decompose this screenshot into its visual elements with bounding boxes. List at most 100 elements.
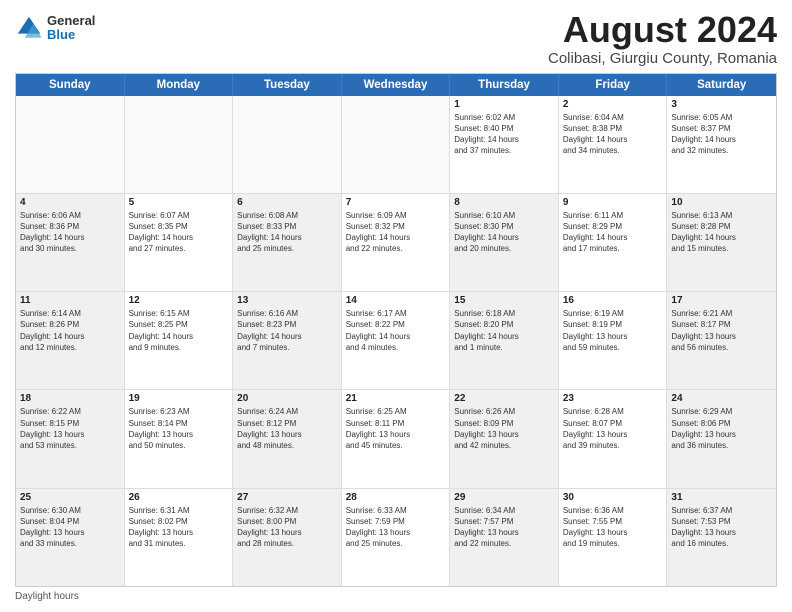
day-number: 2 bbox=[563, 99, 663, 110]
day-number: 3 bbox=[671, 99, 772, 110]
calendar-cell-0-6: 3 Sunrise: 6:05 AM Sunset: 8:37 PM Daylig… bbox=[667, 96, 776, 193]
day-number: 24 bbox=[671, 393, 772, 404]
calendar-cell-4-0: 25 Sunrise: 6:30 AM Sunset: 8:04 PM Dayli… bbox=[16, 489, 125, 586]
footer-note: Daylight hours bbox=[15, 587, 777, 602]
calendar-header-tuesday: Tuesday bbox=[233, 74, 342, 96]
day-number: 8 bbox=[454, 197, 554, 208]
calendar-cell-3-6: 24 Sunrise: 6:29 AM Sunset: 8:06 PM Dayli… bbox=[667, 390, 776, 487]
day-info: Sunrise: 6:30 AM Sunset: 8:04 PM Dayligh… bbox=[20, 505, 120, 550]
day-info: Sunrise: 6:18 AM Sunset: 8:20 PM Dayligh… bbox=[454, 308, 554, 353]
day-info: Sunrise: 6:19 AM Sunset: 8:19 PM Dayligh… bbox=[563, 308, 663, 353]
calendar-cell-1-3: 7Sunrise: 6:09 AM Sunset: 8:32 PM Daylig… bbox=[342, 194, 451, 291]
calendar-cell-0-1 bbox=[125, 96, 234, 193]
day-number: 12 bbox=[129, 295, 229, 306]
subtitle: Colibasi, Giurgiu County, Romania bbox=[548, 50, 777, 67]
day-info: Sunrise: 6:28 AM Sunset: 8:07 PM Dayligh… bbox=[563, 406, 663, 451]
calendar-row-4: 25 Sunrise: 6:30 AM Sunset: 8:04 PM Dayli… bbox=[16, 489, 776, 586]
day-info: Sunrise: 6:37 AM Sunset: 7:53 PM Dayligh… bbox=[671, 505, 772, 550]
day-number: 11 bbox=[20, 295, 120, 306]
calendar-cell-1-5: 9 Sunrise: 6:11 AM Sunset: 8:29 PM Daylig… bbox=[559, 194, 668, 291]
logo-general: General bbox=[47, 14, 95, 28]
day-info: Sunrise: 6:06 AM Sunset: 8:36 PM Dayligh… bbox=[20, 210, 120, 255]
day-info: Sunrise: 6:05 AM Sunset: 8:37 PM Dayligh… bbox=[671, 112, 772, 157]
logo-icon bbox=[15, 14, 43, 42]
calendar-header: SundayMondayTuesdayWednesdayThursdayFrid… bbox=[16, 74, 776, 96]
day-number: 10 bbox=[671, 197, 772, 208]
calendar-cell-1-6: 10 Sunrise: 6:13 AM Sunset: 8:28 PM Dayli… bbox=[667, 194, 776, 291]
logo-text: General Blue bbox=[47, 14, 95, 43]
day-info: Sunrise: 6:15 AM Sunset: 8:25 PM Dayligh… bbox=[129, 308, 229, 353]
calendar-cell-3-0: 18 Sunrise: 6:22 AM Sunset: 8:15 PM Dayli… bbox=[16, 390, 125, 487]
day-number: 29 bbox=[454, 492, 554, 503]
day-number: 4 bbox=[20, 197, 120, 208]
day-number: 1 bbox=[454, 99, 554, 110]
calendar-cell-0-2 bbox=[233, 96, 342, 193]
day-info: Sunrise: 6:11 AM Sunset: 8:29 PM Dayligh… bbox=[563, 210, 663, 255]
day-info: Sunrise: 6:24 AM Sunset: 8:12 PM Dayligh… bbox=[237, 406, 337, 451]
day-number: 31 bbox=[671, 492, 772, 503]
day-info: Sunrise: 6:36 AM Sunset: 7:55 PM Dayligh… bbox=[563, 505, 663, 550]
day-number: 15 bbox=[454, 295, 554, 306]
calendar-cell-2-4: 15 Sunrise: 6:18 AM Sunset: 8:20 PM Dayli… bbox=[450, 292, 559, 389]
day-info: Sunrise: 6:29 AM Sunset: 8:06 PM Dayligh… bbox=[671, 406, 772, 451]
calendar-header-sunday: Sunday bbox=[16, 74, 125, 96]
calendar-row-3: 18 Sunrise: 6:22 AM Sunset: 8:15 PM Dayli… bbox=[16, 390, 776, 488]
calendar-row-1: 4 Sunrise: 6:06 AM Sunset: 8:36 PM Daylig… bbox=[16, 194, 776, 292]
day-number: 23 bbox=[563, 393, 663, 404]
day-number: 19 bbox=[129, 393, 229, 404]
day-number: 27 bbox=[237, 492, 337, 503]
calendar-row-2: 11 Sunrise: 6:14 AM Sunset: 8:26 PM Dayli… bbox=[16, 292, 776, 390]
day-number: 20 bbox=[237, 393, 337, 404]
calendar-cell-0-0 bbox=[16, 96, 125, 193]
calendar-cell-3-3: 21 Sunrise: 6:25 AM Sunset: 8:11 PM Dayli… bbox=[342, 390, 451, 487]
calendar-cell-2-0: 11 Sunrise: 6:14 AM Sunset: 8:26 PM Dayli… bbox=[16, 292, 125, 389]
day-info: Sunrise: 6:25 AM Sunset: 8:11 PM Dayligh… bbox=[346, 406, 446, 451]
calendar-cell-0-5: 2 Sunrise: 6:04 AM Sunset: 8:38 PM Daylig… bbox=[559, 96, 668, 193]
day-info: Sunrise: 6:14 AM Sunset: 8:26 PM Dayligh… bbox=[20, 308, 120, 353]
day-info: Sunrise: 6:34 AM Sunset: 7:57 PM Dayligh… bbox=[454, 505, 554, 550]
day-number: 26 bbox=[129, 492, 229, 503]
calendar-cell-2-3: 14 Sunrise: 6:17 AM Sunset: 8:22 PM Dayli… bbox=[342, 292, 451, 389]
day-info: Sunrise: 6:26 AM Sunset: 8:09 PM Dayligh… bbox=[454, 406, 554, 451]
calendar-cell-4-3: 28Sunrise: 6:33 AM Sunset: 7:59 PM Dayli… bbox=[342, 489, 451, 586]
day-info: Sunrise: 6:17 AM Sunset: 8:22 PM Dayligh… bbox=[346, 308, 446, 353]
day-info: Sunrise: 6:02 AM Sunset: 8:40 PM Dayligh… bbox=[454, 112, 554, 157]
calendar-cell-3-2: 20 Sunrise: 6:24 AM Sunset: 8:12 PM Dayli… bbox=[233, 390, 342, 487]
calendar-body: 1 Sunrise: 6:02 AM Sunset: 8:40 PM Daylig… bbox=[16, 96, 776, 586]
calendar-header-saturday: Saturday bbox=[667, 74, 776, 96]
day-number: 9 bbox=[563, 197, 663, 208]
day-number: 14 bbox=[346, 295, 446, 306]
calendar-cell-2-2: 13 Sunrise: 6:16 AM Sunset: 8:23 PM Dayli… bbox=[233, 292, 342, 389]
calendar-cell-4-5: 30Sunrise: 6:36 AM Sunset: 7:55 PM Dayli… bbox=[559, 489, 668, 586]
calendar-header-thursday: Thursday bbox=[450, 74, 559, 96]
calendar-cell-0-3 bbox=[342, 96, 451, 193]
day-number: 22 bbox=[454, 393, 554, 404]
day-number: 18 bbox=[20, 393, 120, 404]
calendar-cell-3-4: 22 Sunrise: 6:26 AM Sunset: 8:09 PM Dayli… bbox=[450, 390, 559, 487]
calendar: SundayMondayTuesdayWednesdayThursdayFrid… bbox=[15, 73, 777, 587]
calendar-header-friday: Friday bbox=[559, 74, 668, 96]
day-info: Sunrise: 6:04 AM Sunset: 8:38 PM Dayligh… bbox=[563, 112, 663, 157]
calendar-row-0: 1 Sunrise: 6:02 AM Sunset: 8:40 PM Daylig… bbox=[16, 96, 776, 194]
day-info: Sunrise: 6:13 AM Sunset: 8:28 PM Dayligh… bbox=[671, 210, 772, 255]
day-number: 21 bbox=[346, 393, 446, 404]
day-info: Sunrise: 6:32 AM Sunset: 8:00 PM Dayligh… bbox=[237, 505, 337, 550]
day-info: Sunrise: 6:07 AM Sunset: 8:35 PM Dayligh… bbox=[129, 210, 229, 255]
calendar-header-wednesday: Wednesday bbox=[342, 74, 451, 96]
calendar-cell-2-6: 17Sunrise: 6:21 AM Sunset: 8:17 PM Dayli… bbox=[667, 292, 776, 389]
title-area: August 2024 Colibasi, Giurgiu County, Ro… bbox=[548, 10, 777, 67]
day-info: Sunrise: 6:16 AM Sunset: 8:23 PM Dayligh… bbox=[237, 308, 337, 353]
logo-blue: Blue bbox=[47, 28, 95, 42]
day-number: 16 bbox=[563, 295, 663, 306]
calendar-cell-4-4: 29 Sunrise: 6:34 AM Sunset: 7:57 PM Dayli… bbox=[450, 489, 559, 586]
day-info: Sunrise: 6:21 AM Sunset: 8:17 PM Dayligh… bbox=[671, 308, 772, 353]
day-number: 25 bbox=[20, 492, 120, 503]
day-number: 13 bbox=[237, 295, 337, 306]
day-info: Sunrise: 6:31 AM Sunset: 8:02 PM Dayligh… bbox=[129, 505, 229, 550]
calendar-cell-1-1: 5Sunrise: 6:07 AM Sunset: 8:35 PM Daylig… bbox=[125, 194, 234, 291]
calendar-cell-4-1: 26 Sunrise: 6:31 AM Sunset: 8:02 PM Dayli… bbox=[125, 489, 234, 586]
day-info: Sunrise: 6:08 AM Sunset: 8:33 PM Dayligh… bbox=[237, 210, 337, 255]
day-info: Sunrise: 6:22 AM Sunset: 8:15 PM Dayligh… bbox=[20, 406, 120, 451]
calendar-cell-3-1: 19Sunrise: 6:23 AM Sunset: 8:14 PM Dayli… bbox=[125, 390, 234, 487]
calendar-cell-1-2: 6Sunrise: 6:08 AM Sunset: 8:33 PM Daylig… bbox=[233, 194, 342, 291]
